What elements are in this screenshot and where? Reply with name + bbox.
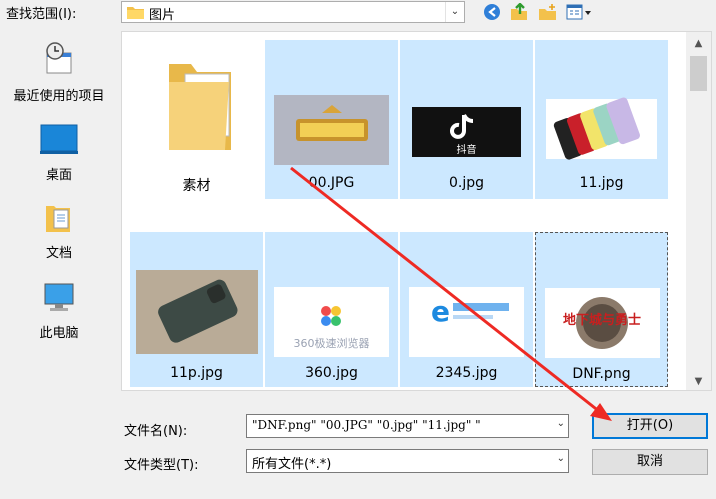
annotation-arrow <box>290 166 612 421</box>
